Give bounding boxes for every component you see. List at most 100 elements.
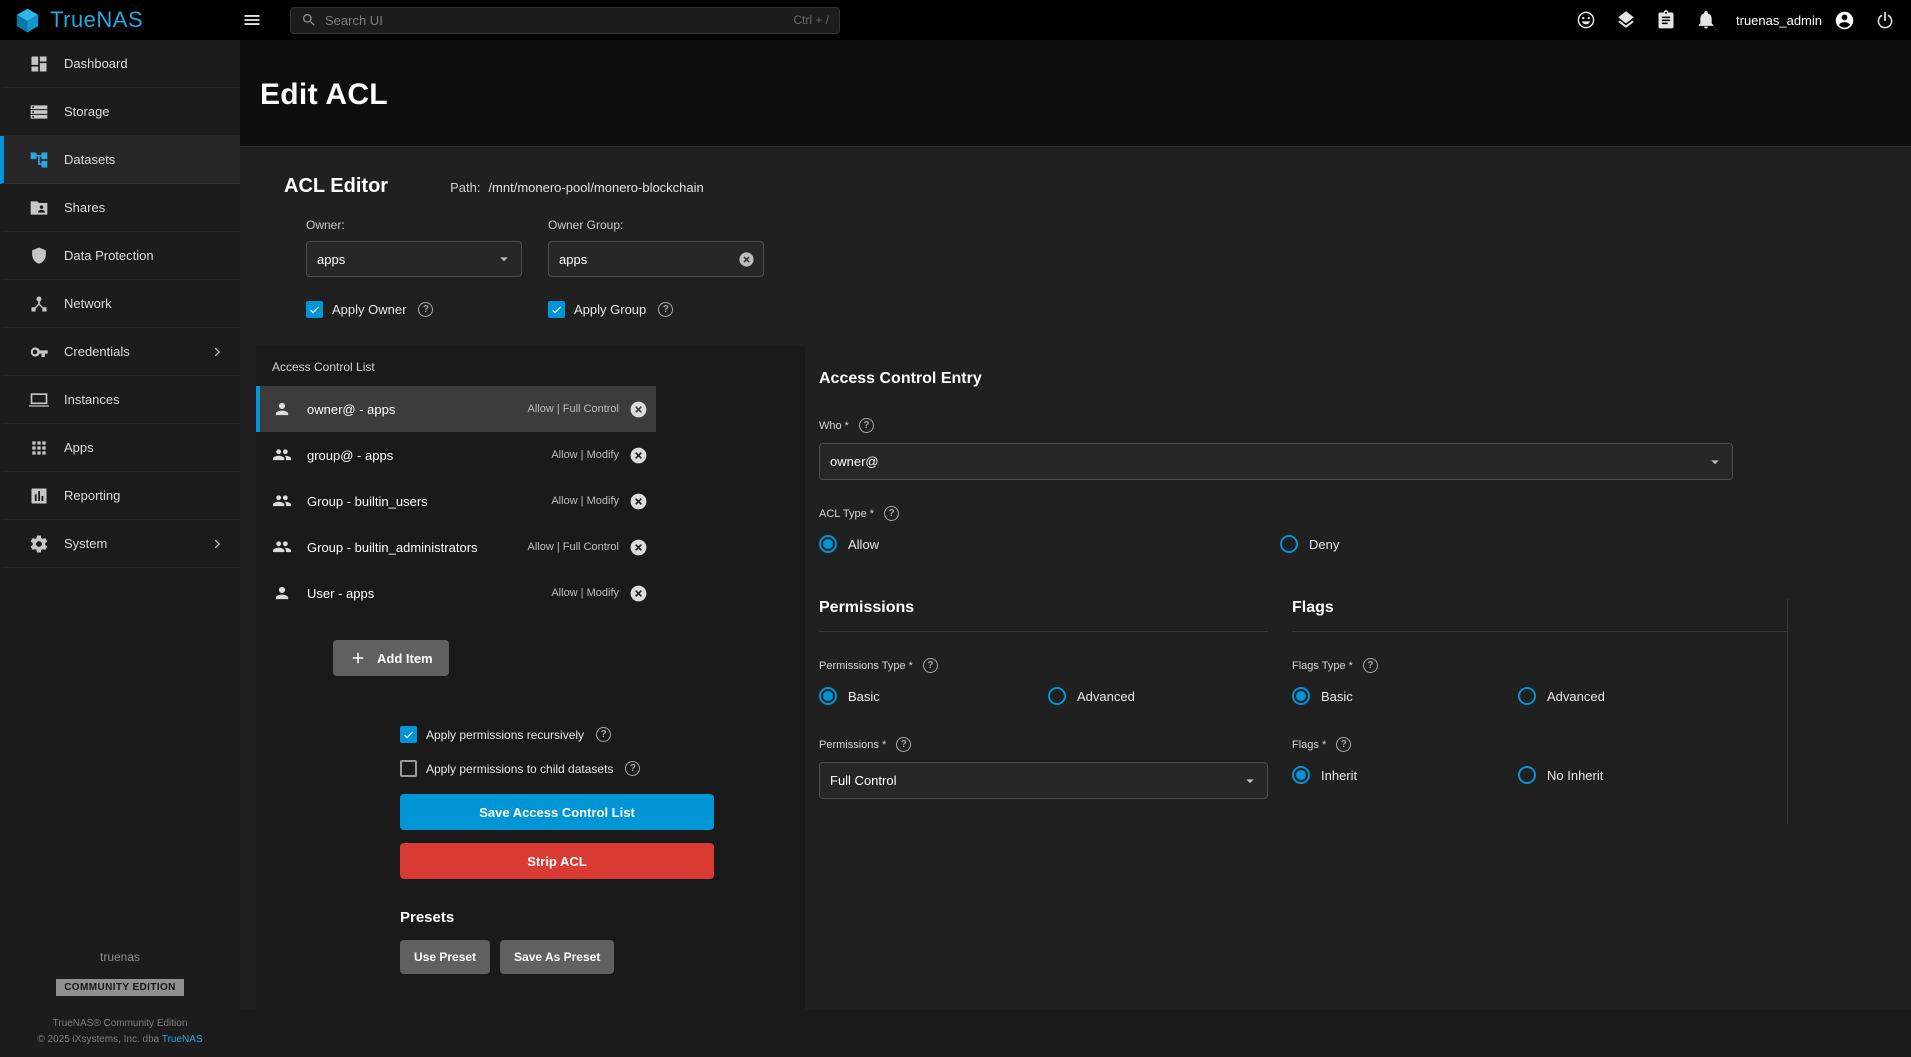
access-control-entry-panel: Access Control Entry Who * ? owner@ ACL … <box>805 346 1911 1010</box>
acl-entry-row[interactable]: Group - builtin_users Allow | Modify <box>256 478 656 524</box>
sidebar-item-credentials[interactable]: Credentials <box>0 328 240 376</box>
sidebar-item-data-protection[interactable]: Data Protection <box>0 232 240 280</box>
topbar-actions: truenas_admin <box>1576 10 1895 31</box>
main-content: Edit ACL ACL Editor Path:/mnt/monero-poo… <box>240 40 1911 1057</box>
permissions-heading: Permissions <box>819 599 1268 632</box>
power-button[interactable] <box>1875 10 1895 30</box>
cancel-icon <box>629 400 648 419</box>
editor-heading: ACL Editor <box>284 175 388 198</box>
bell-icon <box>1696 10 1716 30</box>
footer-line1: TrueNAS® Community Edition <box>0 1016 240 1032</box>
group-icon <box>272 491 292 511</box>
help-icon[interactable]: ? <box>658 302 673 317</box>
flags-basic-radio[interactable]: Basic <box>1292 687 1518 705</box>
search-input[interactable]: Search UI Ctrl + / <box>290 7 840 34</box>
sidebar-item-instances[interactable]: Instances <box>0 376 240 424</box>
user-menu-button[interactable]: truenas_admin <box>1736 10 1855 31</box>
sidebar-item-network[interactable]: Network <box>0 280 240 328</box>
inherit-radio[interactable]: Inherit <box>1292 766 1518 784</box>
child-datasets-checkbox[interactable] <box>400 760 417 777</box>
acl-entry-row[interactable]: group@ - apps Allow | Modify <box>256 432 656 478</box>
allow-radio[interactable]: Allow <box>819 535 1280 553</box>
jobs-button[interactable] <box>1616 10 1636 30</box>
sidebar-item-system[interactable]: System <box>0 520 240 568</box>
acl-entry-row[interactable]: owner@ - apps Allow | Full Control <box>256 386 656 432</box>
strip-acl-button[interactable]: Strip ACL <box>400 843 714 879</box>
entry-name: Group - builtin_users <box>307 494 428 509</box>
acl-entry-row[interactable]: User - apps Allow | Modify <box>256 570 656 616</box>
page-title: Edit ACL <box>260 78 1911 112</box>
help-icon[interactable]: ? <box>418 302 433 317</box>
no-inherit-radio[interactable]: No Inherit <box>1518 766 1603 784</box>
entry-detail: Allow | Full Control <box>528 403 620 415</box>
help-icon[interactable]: ? <box>1336 737 1351 752</box>
path-value: /mnt/monero-pool/monero-blockchain <box>488 180 703 195</box>
recursive-checkbox[interactable] <box>400 726 417 743</box>
monitor-icon <box>29 390 49 410</box>
apply-owner-checkbox[interactable] <box>306 301 323 318</box>
sidebar-item-label: Storage <box>64 104 110 119</box>
person-icon <box>272 399 292 419</box>
permissions-basic-radio[interactable]: Basic <box>819 687 1048 705</box>
sidebar-item-storage[interactable]: Storage <box>0 88 240 136</box>
cancel-icon <box>629 446 648 465</box>
help-icon[interactable]: ? <box>859 418 874 433</box>
radio-selected-icon <box>1292 687 1310 705</box>
key-icon <box>29 342 49 362</box>
help-icon[interactable]: ? <box>1363 658 1378 673</box>
check-icon <box>402 728 415 741</box>
apps-grid-icon <box>29 438 49 458</box>
body: Dashboard Storage Datasets Shares Data P… <box>0 40 1911 1057</box>
remove-entry-button[interactable] <box>629 400 648 419</box>
help-icon[interactable]: ? <box>923 658 938 673</box>
remove-entry-button[interactable] <box>629 492 648 511</box>
permissions-advanced-radio[interactable]: Advanced <box>1048 687 1135 705</box>
acl-editor-card: ACL Editor Path:/mnt/monero-pool/monero-… <box>240 146 1911 1010</box>
sidebar-item-label: Dashboard <box>64 56 128 71</box>
permissions-flags-columns: Permissions Permissions Type * ? Basic <box>819 599 1911 824</box>
remove-entry-button[interactable] <box>629 584 648 603</box>
flags-advanced-radio[interactable]: Advanced <box>1518 687 1605 705</box>
sidebar-item-shares[interactable]: Shares <box>0 184 240 232</box>
sidebar-item-apps[interactable]: Apps <box>0 424 240 472</box>
sidebar-item-dashboard[interactable]: Dashboard <box>0 40 240 88</box>
save-as-preset-button[interactable]: Save As Preset <box>500 940 614 974</box>
use-preset-button[interactable]: Use Preset <box>400 940 490 974</box>
sidebar-item-reporting[interactable]: Reporting <box>0 472 240 520</box>
alerts-button[interactable] <box>1696 10 1716 30</box>
remove-entry-button[interactable] <box>629 538 648 557</box>
truenas-link[interactable]: TrueNAS <box>162 1034 203 1045</box>
help-icon[interactable]: ? <box>596 727 611 742</box>
search-icon <box>301 12 317 28</box>
sidebar-item-label: System <box>64 536 107 551</box>
help-icon[interactable]: ? <box>884 506 899 521</box>
entry-name: owner@ - apps <box>307 402 395 417</box>
help-icon[interactable]: ? <box>896 737 911 752</box>
owner-group-clear-button[interactable] <box>738 251 755 268</box>
menu-button[interactable] <box>242 10 262 30</box>
sidebar-item-datasets[interactable]: Datasets <box>0 136 240 184</box>
brand[interactable]: TrueNAS <box>0 7 226 34</box>
chevron-down-icon <box>1241 772 1259 790</box>
owner-group-input[interactable]: apps <box>548 241 764 277</box>
entry-detail: Allow | Modify <box>551 587 619 599</box>
cancel-icon <box>629 492 648 511</box>
deny-radio[interactable]: Deny <box>1280 535 1339 553</box>
who-select[interactable]: owner@ <box>819 443 1733 480</box>
owner-select[interactable]: apps <box>306 241 522 277</box>
dashboard-icon <box>29 54 49 74</box>
entry-detail: Allow | Modify <box>551 495 619 507</box>
feedback-button[interactable] <box>1576 10 1596 30</box>
permissions-type-radio-group: Basic Advanced <box>819 687 1292 705</box>
acl-entry-row[interactable]: Group - builtin_administrators Allow | F… <box>256 524 656 570</box>
apply-group-checkbox[interactable] <box>548 301 565 318</box>
sidebar-item-label: Data Protection <box>64 248 154 263</box>
flags-basic-label: Basic <box>1321 689 1353 704</box>
add-item-button[interactable]: Add Item <box>333 640 449 676</box>
save-acl-button[interactable]: Save Access Control List <box>400 794 714 830</box>
entry-name: Group - builtin_administrators <box>307 540 478 555</box>
permissions-select[interactable]: Full Control <box>819 762 1268 799</box>
remove-entry-button[interactable] <box>629 446 648 465</box>
help-icon[interactable]: ? <box>625 761 640 776</box>
tasks-button[interactable] <box>1656 10 1676 30</box>
